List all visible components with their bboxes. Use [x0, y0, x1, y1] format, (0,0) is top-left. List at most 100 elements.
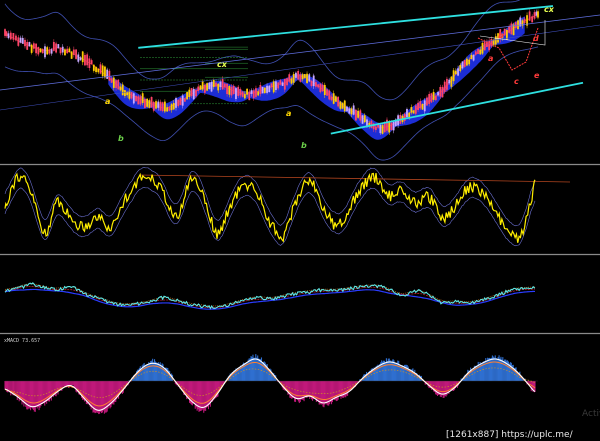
candle-body: [57, 44, 60, 49]
candle-body: [481, 43, 484, 54]
candle-body: [130, 92, 133, 99]
candle-body: [199, 85, 202, 90]
candle-body: [470, 54, 473, 60]
candle-body: [390, 122, 393, 131]
candle-body: [350, 108, 353, 115]
candle-body: [101, 65, 104, 77]
candle-body: [348, 108, 351, 114]
candle-body: [144, 99, 146, 108]
candle-body: [239, 89, 242, 96]
candle-body: [288, 74, 291, 82]
candle-body: [337, 96, 340, 107]
candle-body: [388, 121, 391, 133]
candle-body: [310, 81, 313, 86]
candle-body: [403, 113, 406, 121]
candle-body: [450, 76, 453, 87]
candle-body: [354, 109, 357, 121]
candle-body: [55, 43, 57, 53]
candle-body: [454, 70, 457, 75]
candle-body: [119, 86, 122, 91]
candle-body: [228, 86, 231, 95]
candle-body: [466, 58, 468, 66]
candle-body: [121, 84, 124, 96]
candle-body: [190, 88, 193, 97]
candle-body: [195, 90, 197, 97]
candle-body: [210, 81, 213, 92]
candle-body: [170, 104, 173, 111]
candle-body: [366, 119, 368, 126]
candle-body: [139, 96, 142, 105]
candle-body: [255, 88, 257, 97]
candle-body: [315, 82, 317, 87]
candle-body: [412, 110, 415, 114]
candle-body: [99, 64, 102, 74]
wave-label-b: b: [498, 31, 504, 40]
wave-label-cx: cx: [544, 5, 555, 14]
candle-body: [232, 85, 235, 95]
candle-body: [7, 33, 10, 39]
candle-body: [166, 107, 169, 112]
candle-body: [104, 66, 106, 78]
candle-body: [246, 88, 248, 95]
candle-body: [157, 101, 160, 108]
candle-body: [110, 78, 113, 83]
candle-body: [341, 102, 344, 109]
candle-body: [235, 88, 237, 100]
candle-body: [159, 101, 162, 111]
candle-body: [488, 40, 491, 51]
candle-body: [24, 39, 26, 47]
candle-body: [437, 92, 439, 96]
candle-body: [528, 11, 531, 21]
candle-body: [32, 43, 35, 49]
candle-body: [197, 86, 200, 91]
candle-body: [533, 12, 536, 19]
candle-body: [286, 78, 288, 86]
candle-body: [68, 48, 71, 52]
candle-body: [283, 78, 286, 90]
candle-body: [66, 48, 69, 54]
candle-body: [381, 125, 384, 134]
candle-body: [421, 104, 424, 110]
candle-body: [241, 91, 244, 97]
candle-body: [84, 54, 86, 66]
candle-body: [164, 101, 166, 112]
candle-body: [150, 96, 153, 108]
candle-body: [124, 90, 126, 97]
candle-body: [15, 35, 17, 41]
candle-body: [152, 101, 155, 111]
candle-body: [12, 32, 15, 40]
candle-body: [443, 81, 446, 92]
candle-body: [172, 103, 175, 110]
candle-body: [9, 32, 12, 40]
candle-body: [306, 73, 308, 83]
candle-body: [426, 97, 428, 106]
candle-body: [186, 92, 189, 100]
candle-body: [35, 43, 37, 54]
candle-body: [446, 78, 448, 90]
candle-body: [457, 68, 459, 76]
candle-body: [459, 65, 462, 71]
candle-body: [363, 115, 366, 123]
candle-body: [468, 59, 471, 65]
candle-body: [299, 74, 302, 82]
candle-body: [181, 95, 184, 106]
activation-text: Activ: [582, 409, 600, 419]
candle-body: [281, 82, 284, 86]
candle-body: [61, 46, 64, 53]
candle-body: [326, 89, 328, 96]
candle-body: [112, 77, 115, 88]
candle-body: [230, 86, 233, 96]
candle-body: [272, 81, 275, 93]
candle-body: [168, 107, 171, 111]
candle-body: [257, 91, 260, 96]
candle-body: [183, 98, 186, 102]
candle-body: [106, 69, 109, 79]
candle-body: [503, 28, 506, 36]
candle-body: [5, 31, 8, 37]
candle-body: [531, 16, 534, 23]
candle-body: [46, 47, 49, 55]
candle-body: [461, 61, 464, 69]
candle-body: [221, 79, 224, 90]
candle-body: [50, 49, 53, 54]
candle-body: [517, 20, 519, 30]
